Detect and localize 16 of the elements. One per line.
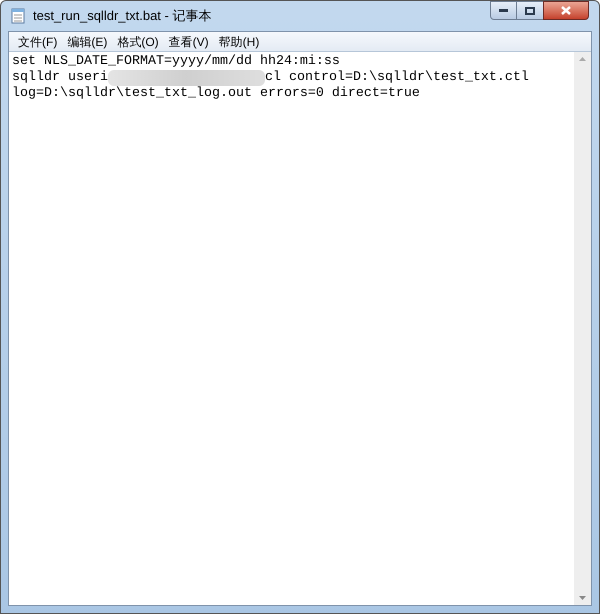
close-button[interactable]	[543, 1, 589, 20]
notepad-icon	[11, 8, 25, 24]
minimize-button[interactable]	[490, 1, 517, 20]
window-title: test_run_sqlldr_txt.bat - 记事本	[33, 7, 212, 26]
code-line: sqlldr useri	[12, 70, 108, 86]
close-icon	[561, 6, 571, 15]
code-line: set NLS_DATE_FORMAT=yyyy/mm/dd hh24:mi:ss	[12, 54, 340, 69]
code-line: cl control=D:\sqlldr\test_txt.ctl	[264, 70, 529, 86]
menu-item[interactable]: 查看(V)	[164, 32, 213, 50]
scroll-down-icon[interactable]	[579, 596, 586, 600]
code-line: log=D:\sqlldr\test_txt_log.out errors=0 direct=true	[12, 86, 420, 101]
menu-item[interactable]: 编辑(E)	[63, 32, 112, 50]
menu-item[interactable]: 文件(F)	[14, 32, 62, 50]
menu-item[interactable]: 格式(O)	[113, 32, 163, 50]
menu-item[interactable]: 帮助(H)	[214, 32, 264, 50]
maximize-button[interactable]	[517, 1, 543, 20]
